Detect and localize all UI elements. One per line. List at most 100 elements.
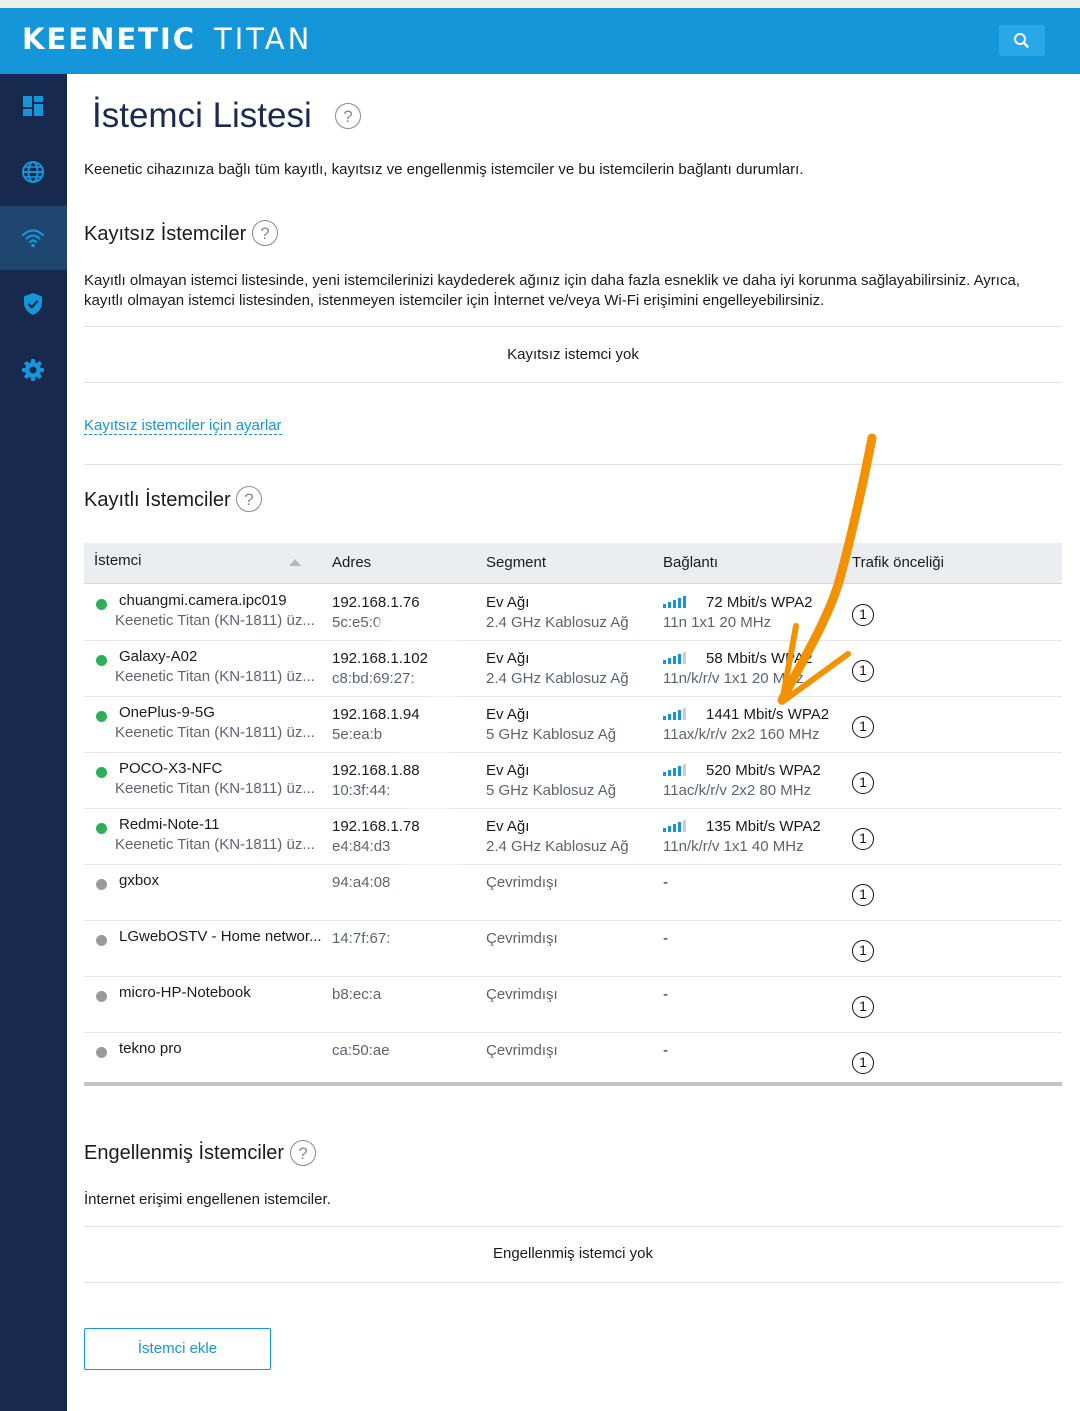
traffic-priority[interactable]: 1: [852, 828, 874, 850]
divider: [84, 1282, 1062, 1283]
sidebar: [0, 74, 67, 1411]
client-device: Keenetic Titan (KN-1811) üz...: [115, 836, 315, 853]
help-icon[interactable]: ?: [236, 486, 262, 512]
client-ip: 192.168.1.78: [332, 818, 420, 835]
traffic-priority[interactable]: 1: [852, 996, 874, 1018]
traffic-priority[interactable]: 1: [852, 940, 874, 962]
column-segment[interactable]: Segment: [486, 554, 546, 571]
client-mac: 10:3f:44:: [332, 782, 391, 799]
help-icon[interactable]: ?: [252, 220, 278, 246]
client-ip: 192.168.1.76: [332, 594, 420, 611]
offline-status-dot: [96, 991, 107, 1002]
client-connection: -: [663, 930, 668, 947]
traffic-priority[interactable]: 1: [852, 660, 874, 682]
online-status-dot: [96, 767, 107, 778]
top-border: [0, 0, 1080, 8]
sidebar-item-internet[interactable]: [0, 140, 67, 204]
client-device: Keenetic Titan (KN-1811) üz...: [115, 780, 315, 797]
table-row[interactable]: tekno pro ca:50:ae Çevrimdışı - 1: [84, 1032, 1062, 1088]
table-row[interactable]: Redmi-Note-11 Keenetic Titan (KN-1811) ü…: [84, 808, 1062, 865]
online-status-dot: [96, 599, 107, 610]
table-row[interactable]: LGwebOSTV - Home networ... 14:7f:67: Çev…: [84, 920, 1062, 977]
table-scrollbar[interactable]: [84, 1082, 1062, 1086]
brand-main: KEENETIC: [22, 22, 197, 56]
table-row[interactable]: chuangmi.camera.ipc019 Keenetic Titan (K…: [84, 584, 1062, 641]
globe-icon: [22, 161, 44, 183]
client-rate: 135 Mbit/s WPA2: [706, 818, 821, 835]
client-segment: Çevrimdışı: [486, 986, 558, 1003]
table-row[interactable]: OnePlus-9-5G Keenetic Titan (KN-1811) üz…: [84, 696, 1062, 753]
column-address[interactable]: Adres: [332, 554, 371, 571]
client-ip: 192.168.1.102: [332, 650, 428, 667]
table-row[interactable]: Galaxy-A02 Keenetic Titan (KN-1811) üz..…: [84, 640, 1062, 697]
sidebar-item-settings[interactable]: [0, 338, 67, 402]
wifi-icon: [21, 229, 45, 248]
client-mac: 5c:e5:0c: [332, 614, 389, 631]
signal-strength-icon: [663, 820, 686, 832]
redaction-mark: [382, 617, 464, 635]
add-client-button[interactable]: İstemci ekle: [84, 1328, 271, 1370]
blocked-heading: Engellenmiş İstemciler: [84, 1142, 285, 1164]
online-status-dot: [96, 823, 107, 834]
column-client[interactable]: İstemci: [94, 552, 142, 569]
sidebar-item-security[interactable]: [0, 272, 67, 336]
signal-strength-icon: [663, 708, 686, 720]
redaction-mark: [397, 1045, 457, 1063]
client-segment: Çevrimdışı: [486, 874, 558, 891]
traffic-priority[interactable]: 1: [852, 1052, 874, 1074]
brand-logo[interactable]: KEENETIC TITAN: [22, 22, 312, 56]
table-row[interactable]: micro-HP-Notebook b8:ec:a Çevrimdışı - 1: [84, 976, 1062, 1033]
client-rate: 72 Mbit/s WPA2: [706, 594, 813, 611]
table-row[interactable]: POCO-X3-NFC Keenetic Titan (KN-1811) üz.…: [84, 752, 1062, 809]
divider: [84, 464, 1062, 465]
brand-model: TITAN: [214, 22, 313, 56]
client-ip: 192.168.1.94: [332, 706, 420, 723]
client-band: 2.4 GHz Kablosuz Ağ: [486, 670, 629, 687]
column-priority[interactable]: Trafik önceliği: [852, 554, 944, 571]
client-segment: Ev Ağı: [486, 818, 530, 835]
client-name: tekno pro: [119, 1040, 182, 1057]
offline-status-dot: [96, 879, 107, 890]
client-mac: 5e:ea:b: [332, 726, 383, 743]
client-connection: -: [663, 874, 668, 891]
online-status-dot: [96, 711, 107, 722]
client-segment: Çevrimdışı: [486, 930, 558, 947]
client-mac: ca:50:ae: [332, 1042, 390, 1059]
unregistered-description: Kayıtlı olmayan istemci listesinde, yeni…: [84, 272, 1020, 309]
client-mac: c8:bd:69:27:: [332, 670, 415, 687]
sidebar-item-wifi[interactable]: [0, 206, 67, 270]
client-ip: 192.168.1.88: [332, 762, 420, 779]
registered-heading: Kayıtlı İstemciler: [84, 489, 231, 511]
redaction-mark: [394, 729, 454, 747]
client-segment: Ev Ağı: [486, 706, 530, 723]
client-band: 5 GHz Kablosuz Ağ: [486, 726, 617, 743]
sort-ascending-icon[interactable]: [289, 559, 301, 566]
client-mode: 11n/k/r/v 1x1 40 MHz: [663, 838, 804, 855]
client-mode: 11ac/k/r/v 2x2 80 MHz: [663, 782, 812, 799]
offline-status-dot: [96, 935, 107, 946]
table-row[interactable]: gxbox 94:a4:08 Çevrimdışı - 1: [84, 864, 1062, 921]
gear-icon: [22, 359, 44, 381]
client-band: 2.4 GHz Kablosuz Ağ: [486, 838, 629, 855]
help-icon[interactable]: ?: [335, 103, 361, 129]
offline-status-dot: [96, 1047, 107, 1058]
unregistered-heading: Kayıtsız İstemciler: [84, 223, 247, 245]
traffic-priority[interactable]: 1: [852, 716, 874, 738]
traffic-priority[interactable]: 1: [852, 884, 874, 906]
traffic-priority[interactable]: 1: [852, 604, 874, 626]
help-icon[interactable]: ?: [290, 1140, 316, 1166]
client-connection: -: [663, 1042, 668, 1059]
client-segment: Çevrimdışı: [486, 1042, 558, 1059]
traffic-priority[interactable]: 1: [852, 772, 874, 794]
search-icon: [1014, 33, 1029, 48]
sidebar-item-dashboard[interactable]: [0, 74, 67, 138]
client-name: OnePlus-9-5G: [119, 704, 215, 721]
column-connection[interactable]: Bağlantı: [663, 554, 718, 571]
blocked-description: İnternet erişimi engellenen istemciler.: [84, 1191, 331, 1208]
client-mode: 11n 1x1 20 MHz: [663, 614, 772, 631]
client-rate: 520 Mbit/s WPA2: [706, 762, 821, 779]
redaction-mark: [402, 933, 457, 951]
blocked-empty-message: Engellenmiş istemci yok: [492, 1245, 654, 1262]
unregistered-settings-link[interactable]: Kayıtsız istemciler için ayarlar: [84, 417, 282, 435]
search-button[interactable]: [999, 25, 1045, 56]
